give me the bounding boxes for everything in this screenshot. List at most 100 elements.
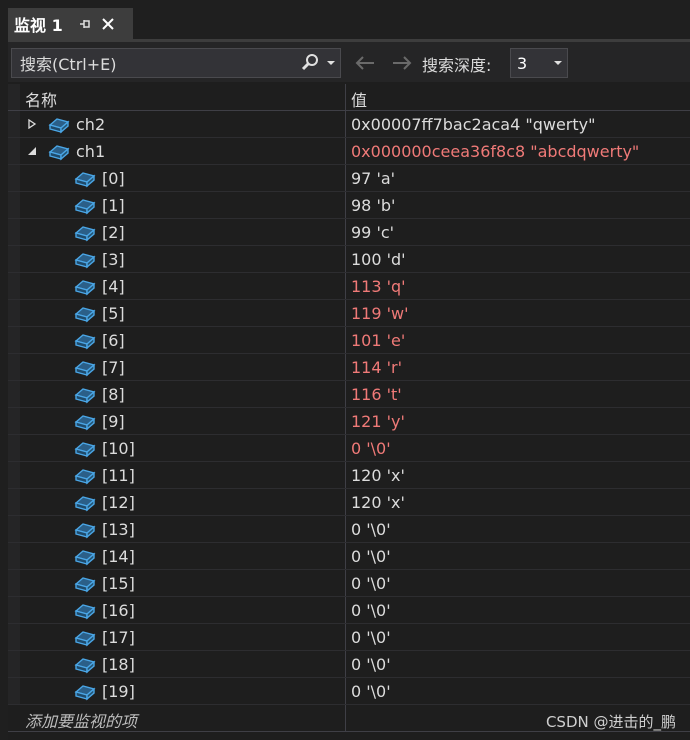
column-divider: [345, 327, 346, 353]
watch-row[interactable]: [9] 121 'y': [8, 408, 690, 435]
watch-row[interactable]: [0] 97 'a': [8, 165, 690, 192]
row-name: [15]: [102, 574, 135, 593]
row-value[interactable]: 121 'y': [351, 412, 405, 431]
variable-object-icon: [74, 168, 96, 188]
row-name: [17]: [102, 628, 135, 647]
watch-row[interactable]: [6] 101 'e': [8, 327, 690, 354]
variable-object-icon: [74, 222, 96, 242]
watch-row[interactable]: [4] 113 'q': [8, 273, 690, 300]
variable-object-icon: [74, 276, 96, 296]
pin-icon[interactable]: [77, 16, 93, 32]
row-value[interactable]: 120 'x': [351, 493, 405, 512]
watch-row[interactable]: [11] 120 'x': [8, 462, 690, 489]
variable-object-icon: [74, 195, 96, 215]
column-divider: [345, 489, 346, 515]
watch-row[interactable]: [7] 114 'r': [8, 354, 690, 381]
row-value[interactable]: 119 'w': [351, 304, 409, 323]
watch-row[interactable]: [13] 0 '\0': [8, 516, 690, 543]
row-value[interactable]: 0 '\0': [351, 520, 391, 539]
row-value[interactable]: 0 '\0': [351, 655, 391, 674]
row-value[interactable]: 113 'q': [351, 277, 406, 296]
tab-watch-1[interactable]: 监视 1: [8, 8, 133, 40]
row-name: [3]: [102, 250, 125, 269]
column-divider[interactable]: [345, 84, 346, 110]
row-value[interactable]: 0x000000ceea36f8c8 "abcdqwerty": [351, 142, 639, 161]
watermark: CSDN @进击的_鹏: [545, 713, 676, 731]
back-arrow-icon[interactable]: [353, 52, 377, 74]
row-name: [5]: [102, 304, 125, 323]
search-depth-select[interactable]: 3: [510, 48, 568, 78]
add-watch-label[interactable]: 添加要监视的项: [25, 708, 137, 732]
watch-toolbar: 搜索(Ctrl+E) 搜索深度: 3: [8, 42, 690, 82]
grid-header: 名称 值: [8, 84, 690, 111]
row-name: [16]: [102, 601, 135, 620]
row-value[interactable]: 114 'r': [351, 358, 402, 377]
watch-row[interactable]: [17] 0 '\0': [8, 624, 690, 651]
row-value[interactable]: 97 'a': [351, 169, 395, 188]
column-divider: [345, 111, 346, 137]
row-value[interactable]: 0 '\0': [351, 601, 391, 620]
watch-row[interactable]: ch1 0x000000ceea36f8c8 "abcdqwerty": [8, 138, 690, 165]
column-divider: [345, 678, 346, 704]
watch-row[interactable]: [3] 100 'd': [8, 246, 690, 273]
column-divider: [345, 624, 346, 650]
row-value[interactable]: 0 '\0': [351, 439, 391, 458]
row-name: [19]: [102, 682, 135, 701]
watch-row[interactable]: [19] 0 '\0': [8, 678, 690, 705]
watch-row[interactable]: [2] 99 'c': [8, 219, 690, 246]
row-value[interactable]: 0 '\0': [351, 547, 391, 566]
watch-row[interactable]: [15] 0 '\0': [8, 570, 690, 597]
column-divider: [345, 408, 346, 434]
row-name: [10]: [102, 439, 135, 458]
dropdown-icon[interactable]: [322, 51, 340, 75]
row-name: [0]: [102, 169, 125, 188]
column-header-name[interactable]: 名称: [25, 87, 57, 111]
variable-object-icon: [74, 357, 96, 377]
row-value[interactable]: 0 '\0': [351, 628, 391, 647]
watch-row[interactable]: [8] 116 't': [8, 381, 690, 408]
watch-row[interactable]: [12] 120 'x': [8, 489, 690, 516]
close-icon[interactable]: [99, 15, 117, 33]
row-value[interactable]: 99 'c': [351, 223, 394, 242]
variable-object-icon: [74, 465, 96, 485]
collapse-icon[interactable]: [26, 144, 38, 158]
row-name: [13]: [102, 520, 135, 539]
variable-object-icon: [74, 384, 96, 404]
row-value[interactable]: 0 '\0': [351, 682, 391, 701]
watch-row[interactable]: ch2 0x00007ff7bac2aca4 "qwerty": [8, 111, 690, 138]
column-header-value[interactable]: 值: [351, 87, 367, 111]
watch-row[interactable]: [5] 119 'w': [8, 300, 690, 327]
column-divider: [345, 381, 346, 407]
row-name: [4]: [102, 277, 125, 296]
column-divider: [345, 354, 346, 380]
watch-panel: 搜索(Ctrl+E) 搜索深度: 3 名称 值 ch2 0x00007ff7ba…: [8, 42, 690, 740]
variable-object-icon: [74, 411, 96, 431]
column-divider: [345, 516, 346, 542]
row-value[interactable]: 100 'd': [351, 250, 406, 269]
column-divider: [345, 138, 346, 164]
variable-object-icon: [74, 249, 96, 269]
search-depth-label: 搜索深度:: [422, 56, 492, 75]
variable-object-icon: [74, 681, 96, 701]
column-divider: [345, 246, 346, 272]
row-name: [6]: [102, 331, 125, 350]
watch-rows: ch2 0x00007ff7bac2aca4 "qwerty" ch1 0x00000…: [8, 111, 690, 705]
search-icon[interactable]: [298, 51, 322, 75]
expand-icon[interactable]: [26, 117, 38, 131]
watch-row[interactable]: [18] 0 '\0': [8, 651, 690, 678]
search-input[interactable]: 搜索(Ctrl+E): [11, 48, 341, 78]
row-value[interactable]: 120 'x': [351, 466, 405, 485]
watch-row[interactable]: [1] 98 'b': [8, 192, 690, 219]
row-value[interactable]: 101 'e': [351, 331, 405, 350]
row-value[interactable]: 0 '\0': [351, 574, 391, 593]
variable-object-icon: [74, 654, 96, 674]
variable-object-icon: [74, 519, 96, 539]
watch-row[interactable]: [14] 0 '\0': [8, 543, 690, 570]
watch-row[interactable]: [10] 0 '\0': [8, 435, 690, 462]
row-value[interactable]: 116 't': [351, 385, 402, 404]
row-value[interactable]: 0x00007ff7bac2aca4 "qwerty": [351, 115, 595, 134]
variable-object-icon: [74, 330, 96, 350]
row-value[interactable]: 98 'b': [351, 196, 395, 215]
watch-row[interactable]: [16] 0 '\0': [8, 597, 690, 624]
forward-arrow-icon[interactable]: [390, 52, 414, 74]
